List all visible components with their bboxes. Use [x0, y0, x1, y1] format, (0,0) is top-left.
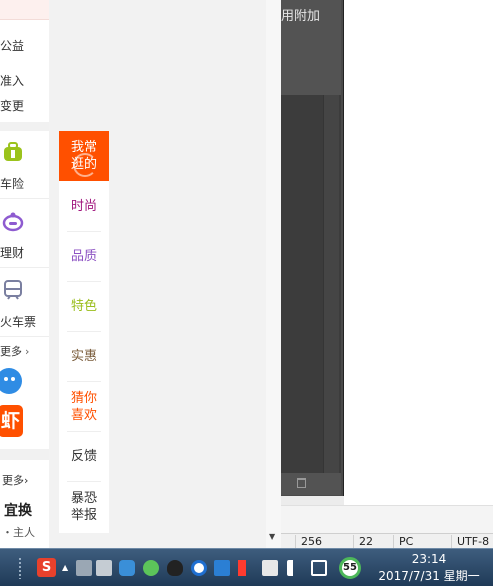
- service-car-insurance[interactable]: 车险: [0, 131, 49, 199]
- more-link[interactable]: 更多›: [2, 472, 28, 488]
- charity-link[interactable]: 公益: [0, 37, 24, 54]
- nav-label-line: 猜你: [70, 391, 97, 406]
- browser-scrollbar[interactable]: ▼: [266, 0, 281, 548]
- window-icon[interactable]: [76, 560, 92, 576]
- nav-item-fashion[interactable]: 时尚: [59, 182, 109, 232]
- chat-app-icon[interactable]: [0, 368, 22, 394]
- keyboard-icon[interactable]: [96, 560, 112, 576]
- nav-item-featured[interactable]: 特色: [59, 282, 109, 332]
- windows-taskbar: S ▲ 55 23:14 2017/7/31 星期一: [0, 548, 493, 586]
- document-area: [344, 0, 493, 505]
- horizontal-scroll-area: [281, 505, 493, 533]
- kugou-icon[interactable]: [191, 560, 207, 576]
- status-cell: 256: [295, 535, 322, 548]
- chevron-right-icon: ›: [24, 474, 29, 487]
- nav-item-report[interactable]: 暴恐 举报: [59, 482, 109, 532]
- status-cell: PC: [393, 535, 413, 548]
- system-clock[interactable]: 23:14 2017/7/31 星期一: [365, 551, 493, 585]
- nav-item-feedback[interactable]: 反馈: [59, 432, 109, 482]
- apps-card: 更多 › 虾: [0, 339, 49, 449]
- train-icon: [4, 280, 22, 300]
- shield-icon[interactable]: [119, 560, 135, 576]
- xianyu-app-icon[interactable]: 虾: [0, 405, 23, 437]
- scroll-down-icon[interactable]: ▼: [269, 532, 275, 541]
- notice-bar: [0, 0, 49, 20]
- service-label: 车险: [0, 177, 25, 191]
- clock-date: 2017/7/31 星期一: [378, 569, 480, 583]
- change-link[interactable]: 变更: [0, 97, 24, 114]
- promo-card: 更多› 宜换 ・主人: [0, 460, 49, 548]
- services-card: 车险 理财 火车票: [0, 131, 49, 339]
- more-label: 更多: [2, 474, 24, 487]
- status-cell: 22: [353, 535, 373, 548]
- status-cell: UTF-8: [451, 535, 489, 548]
- access-link[interactable]: 准入: [0, 72, 24, 89]
- panel-footer: [281, 473, 341, 495]
- nav-item-quality[interactable]: 品质: [59, 232, 109, 282]
- nav-item-bargain[interactable]: 实惠: [59, 332, 109, 382]
- nav-label-line: 举报: [70, 508, 97, 523]
- account-card: 公益 准入 变更: [0, 0, 49, 122]
- panel-title: 用附加: [281, 9, 321, 24]
- clock-time: 23:14: [411, 552, 447, 566]
- promo-title[interactable]: 宜换: [4, 500, 32, 520]
- volume-icon[interactable]: [287, 560, 299, 576]
- status-bar: 256 22 PC UTF-8: [281, 533, 493, 548]
- wechat-icon[interactable]: [143, 560, 159, 576]
- nav-label: 反馈: [70, 449, 97, 464]
- speaker-muted-icon[interactable]: [238, 560, 248, 576]
- network-icon[interactable]: [311, 560, 327, 576]
- more-label: 更多: [0, 345, 22, 358]
- panel-header: 用附加: [281, 0, 341, 95]
- nav-item-guess-you-like[interactable]: 猜你 喜欢: [59, 382, 109, 432]
- nav-label-line: 喜欢: [70, 408, 97, 423]
- promo-subtitle: ・主人: [2, 526, 35, 539]
- more-link[interactable]: 更多›: [0, 343, 29, 359]
- nav-label: 猜你 喜欢: [59, 382, 109, 424]
- chevron-right-icon: ›: [25, 345, 30, 358]
- panel-scrollbar[interactable]: [323, 95, 339, 473]
- service-train-ticket[interactable]: 火车票: [0, 269, 49, 337]
- cloud-app-icon[interactable]: [214, 560, 230, 576]
- show-hidden-icons-icon[interactable]: ▲: [62, 563, 68, 572]
- car-insurance-icon: [4, 142, 22, 161]
- piggy-bank-icon: [2, 212, 24, 232]
- loading-spinner-icon: [73, 153, 97, 177]
- nav-label: 暴恐 举报: [59, 482, 109, 524]
- service-label: 火车票: [0, 315, 37, 329]
- floor-nav: 我常 逛的 时尚 品质 特色 实惠 猜你喜欢 反馈 暴恐举报: [59, 131, 109, 533]
- nav-label: 品质: [70, 249, 97, 264]
- nav-label: 时尚: [70, 199, 97, 214]
- service-finance[interactable]: 理财: [0, 200, 49, 268]
- usb-icon[interactable]: [262, 560, 278, 576]
- trash-icon[interactable]: [297, 478, 306, 488]
- nav-item-frequent[interactable]: 我常 逛的: [59, 131, 109, 181]
- left-sidebar: 公益 准入 变更 车险 理财 火车票 更多 › 虾 更多› 宜换 ・主人: [0, 0, 49, 548]
- nav-label-line: 暴恐: [70, 491, 97, 506]
- sogou-ime-icon[interactable]: S: [37, 558, 56, 577]
- taskbar-grip[interactable]: [18, 557, 22, 579]
- editor-panel: 用附加: [281, 0, 344, 496]
- service-label: 理财: [0, 246, 25, 260]
- qq-icon[interactable]: [167, 560, 183, 576]
- nav-label: 特色: [70, 299, 97, 314]
- cpu-badge[interactable]: 55: [339, 557, 361, 579]
- nav-label: 实惠: [70, 349, 97, 364]
